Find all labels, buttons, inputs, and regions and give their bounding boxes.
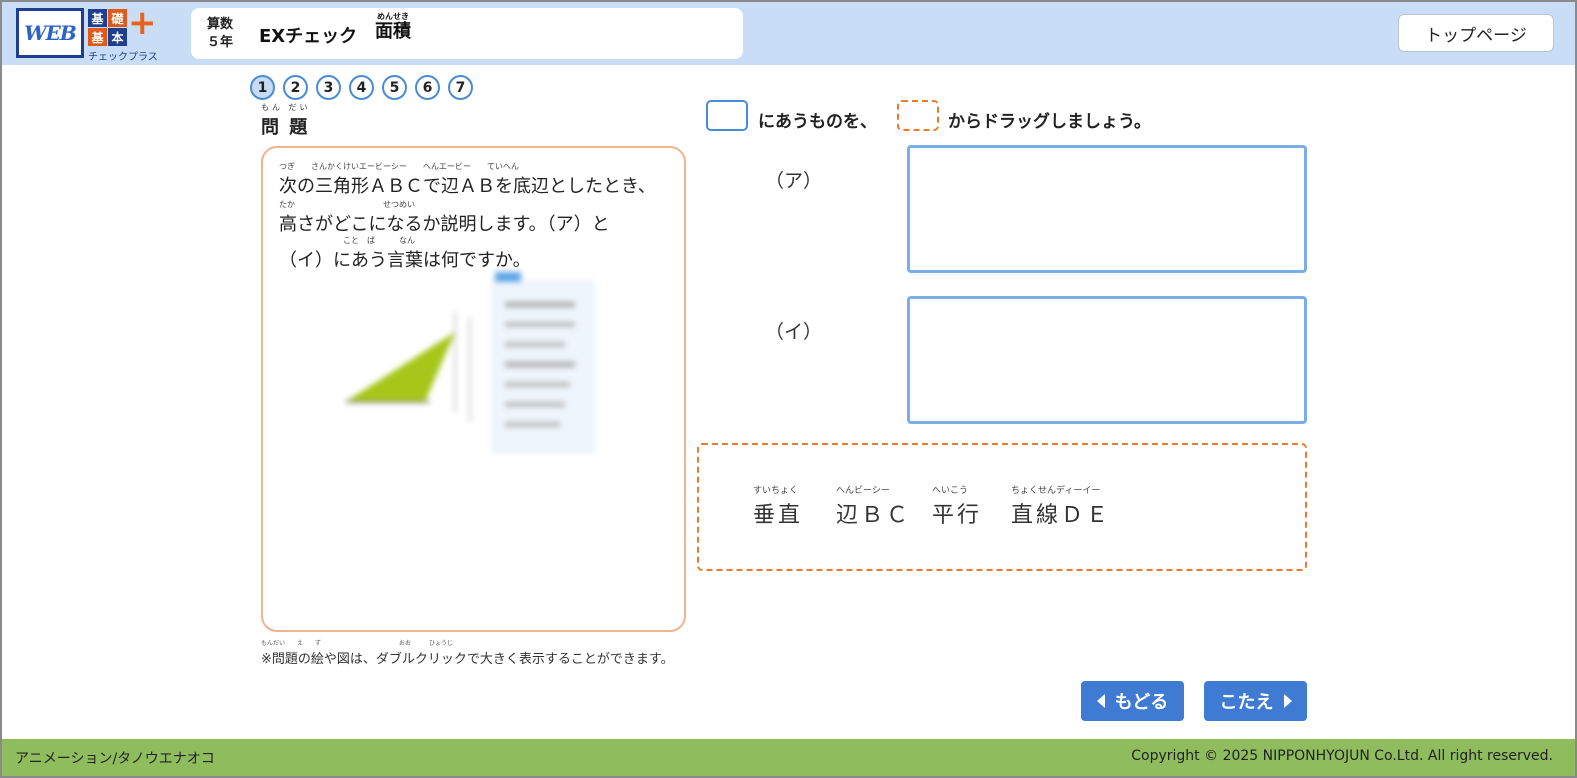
answer-button[interactable]: こたえ [1204,681,1307,721]
question-box: つぎ さんかくけいエービーシー へんエービー ていへん 次の三角形ＡＢＣで辺ＡＢ… [261,146,686,632]
step-3-button[interactable]: 3 [316,75,341,100]
question-line-2: たか せつめい 高さがどこになるか説明します。（ア）と [279,200,610,235]
top-page-button[interactable]: トップページ [1398,14,1554,52]
subject-grade: 算数 ５年 [206,17,233,50]
step-5-button[interactable]: 5 [382,75,407,100]
answer-a-label: （ア） [765,170,823,192]
choice-area: すいちょく 垂直 へんビーシー 辺ＢＣ へいこう 平行 ちょくせんディーイー 直… [697,443,1307,571]
exercise-title: EXチェック [259,26,358,47]
logo-web-mark: WEB [16,8,84,58]
answer-b-dropzone[interactable] [907,296,1307,424]
title-box: 算数 ５年 EXチェック めんせき 面積 [191,8,743,59]
step-navigation: 1 2 3 4 5 6 7 [250,75,473,100]
enlarge-note: もんだい え ず おお ひょうじ ※問題の絵や図は、ダブルクリックで大きく表示す… [261,640,674,667]
question-line-1: つぎ さんかくけいエービーシー へんエービー ていへん 次の三角形ＡＢＣで辺ＡＢ… [279,162,656,197]
instruction: にあうものを、 からドラッグしましょう。 [706,99,1306,133]
back-button[interactable]: もどる [1081,681,1184,721]
step-4-button[interactable]: 4 [349,75,374,100]
footer: アニメーション/タノウエナオコ Copyright © 2025 NIPPONH… [2,739,1575,776]
choice-area-legend [897,100,939,131]
step-7-button[interactable]: 7 [448,75,473,100]
step-1-button[interactable]: 1 [250,75,275,100]
copyright: Copyright © 2025 NIPPONHYOJUN Co.Ltd. Al… [1131,748,1553,764]
header: WEB 基 礎 基 本 + チェックプラス 算数 ５年 EXチェック めんせき … [2,2,1575,65]
choice-suichoku[interactable]: すいちょく 垂直 [753,485,803,529]
question-line-3: こと ば なん （イ）にあう言葉は何ですか。 [279,236,531,271]
plus-icon: + [128,3,157,43]
logo: WEB 基 礎 基 本 + チェックプラス [16,3,166,63]
choice-chokusen-de[interactable]: ちょくせんディーイー 直線ＤＥ [1011,485,1111,529]
step-6-button[interactable]: 6 [415,75,440,100]
choice-hen-bc[interactable]: へんビーシー 辺ＢＣ [836,485,911,529]
question-heading: もん だい 問 題 [261,103,311,138]
exercise-topic: めんせき 面積 [375,12,411,42]
answer-slot-legend [706,100,748,131]
chevron-left-icon [1096,694,1105,708]
question-figure[interactable] [335,272,595,462]
answer-a-dropzone[interactable] [907,145,1307,273]
step-2-button[interactable]: 2 [283,75,308,100]
triangle-shape [345,332,455,402]
chevron-right-icon [1283,694,1292,708]
animation-credit: アニメーション/タノウエナオコ [15,751,215,767]
answer-b-label: （イ） [765,321,823,343]
choice-heikou[interactable]: へいこう 平行 [932,485,982,529]
logo-blocks: 基 礎 基 本 [88,9,128,47]
logo-subtitle: チェックプラス [88,52,158,63]
